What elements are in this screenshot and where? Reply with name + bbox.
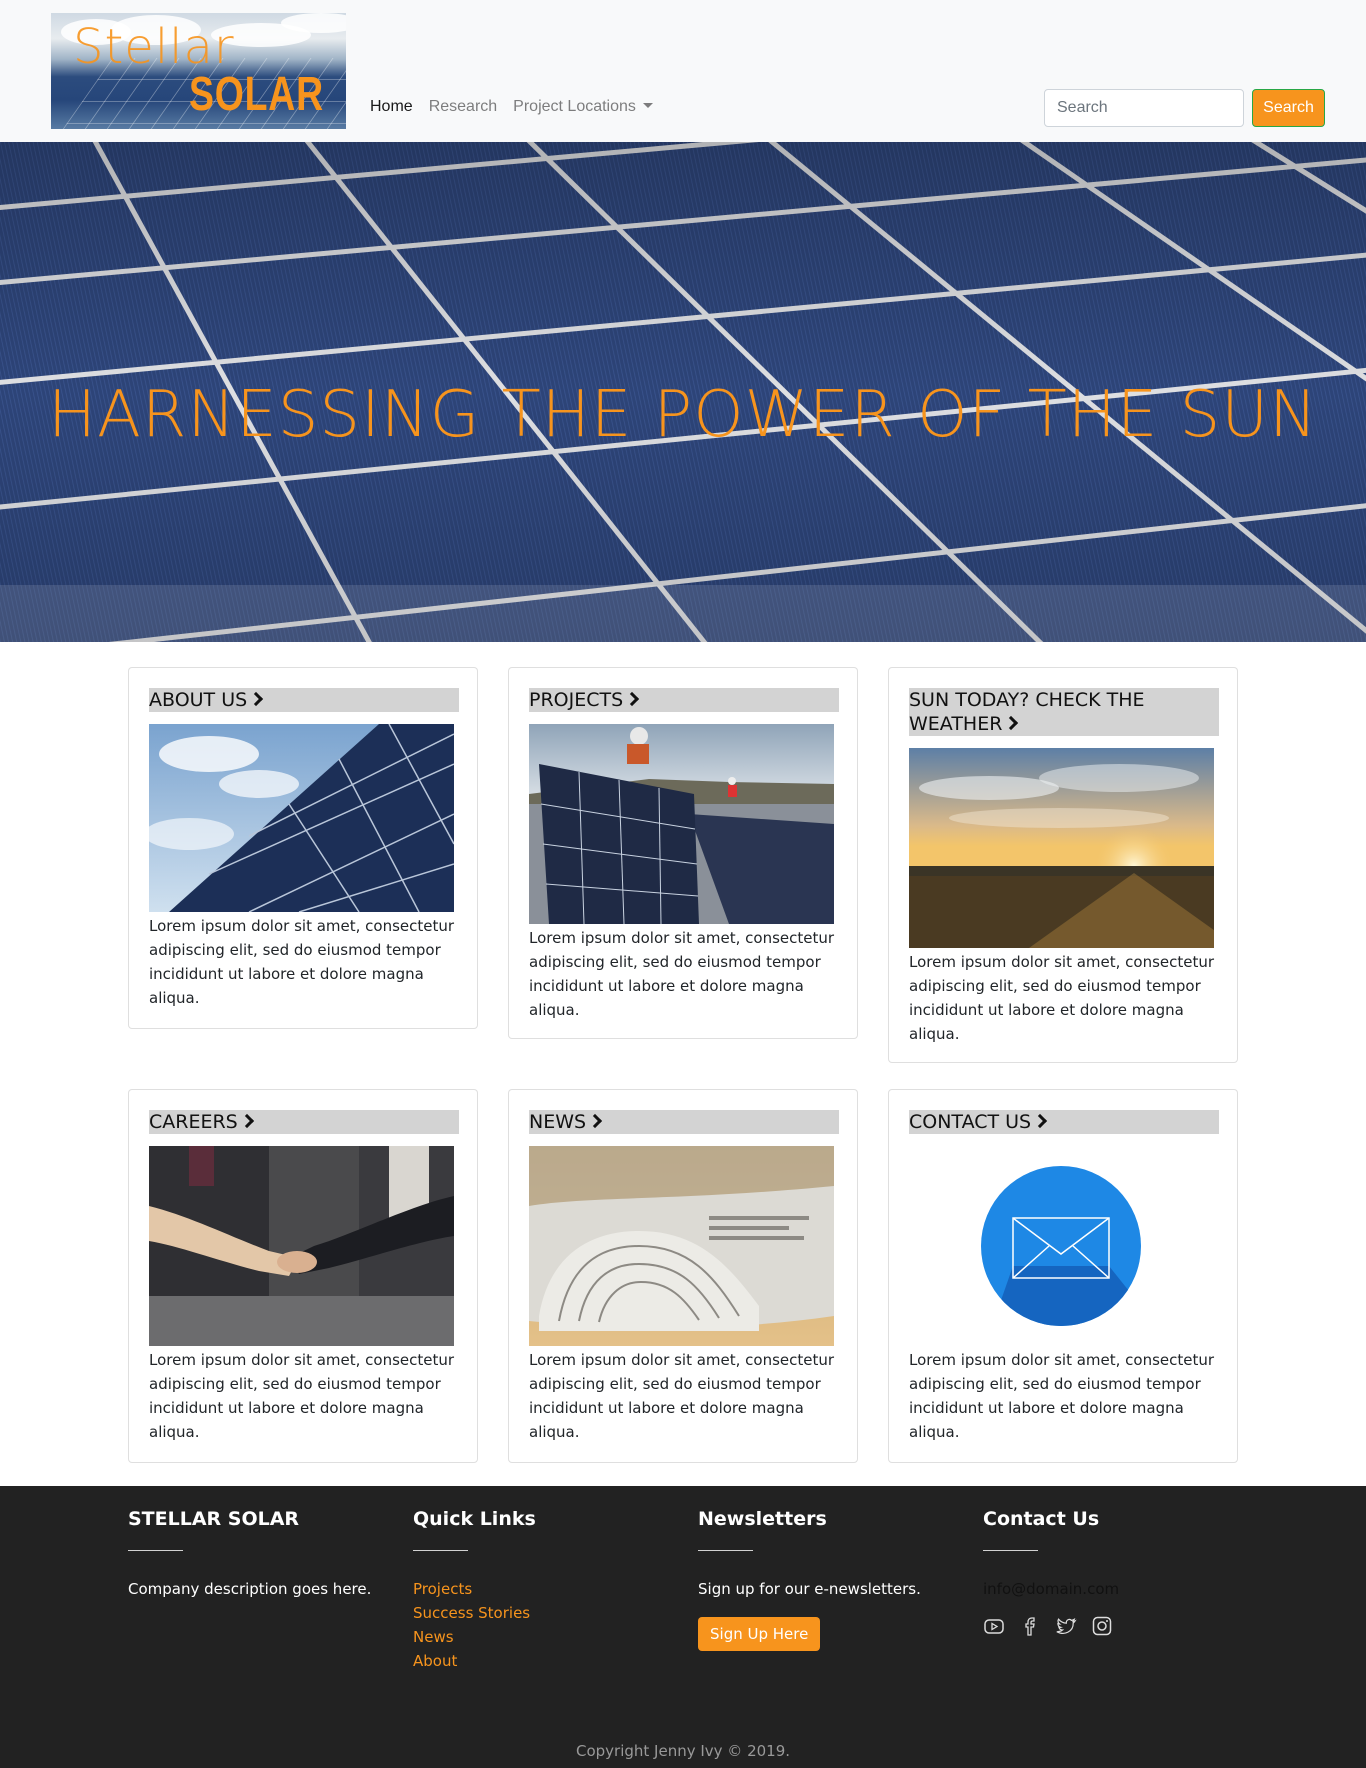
footer-quick-links: Quick Links Projects Success Stories New… <box>413 1508 536 1673</box>
card-about-us: ABOUT US Lorem ipsum dolor sit amet, con… <box>128 667 478 1029</box>
divider <box>983 1550 1038 1551</box>
card-image-handshake[interactable] <box>149 1146 454 1346</box>
twitter-icon[interactable] <box>1055 1615 1077 1637</box>
footer-link-about[interactable]: About <box>413 1649 536 1673</box>
search-input[interactable] <box>1044 89 1244 127</box>
card-title-text: PROJECTS <box>529 689 624 711</box>
card-title-text: NEWS <box>529 1111 587 1133</box>
footer-link-success-stories[interactable]: Success Stories <box>413 1601 536 1625</box>
footer-contact: Contact Us info@domain.com <box>983 1508 1119 1637</box>
card-title-text: CONTACT US <box>909 1111 1032 1133</box>
chevron-right-icon <box>1004 715 1019 731</box>
nav-project-locations-label: Project Locations <box>513 98 636 115</box>
footer-quick-links-heading: Quick Links <box>413 1508 536 1530</box>
contact-email-link[interactable]: info@domain.com <box>983 1577 1119 1601</box>
navbar: Stellar SOLAR Home Research Project Loca… <box>0 0 1366 142</box>
card-text: Lorem ipsum dolor sit amet, consectetur … <box>149 917 455 1007</box>
hero-title: HARNESSING THE POWER OF THE SUN <box>48 378 1318 452</box>
nav-project-locations[interactable]: Project Locations <box>505 98 661 116</box>
facebook-icon[interactable] <box>1019 1615 1041 1637</box>
footer: STELLAR SOLAR Company description goes h… <box>0 1486 1366 1768</box>
chevron-right-icon <box>625 691 640 707</box>
card-projects: PROJECTS Lorem ipsum dolor sit amet, con… <box>508 667 858 1039</box>
footer-company-heading: STELLAR SOLAR <box>128 1508 300 1530</box>
hero-banner: HARNESSING THE POWER OF THE SUN <box>0 142 1366 642</box>
nav-home[interactable]: Home <box>370 98 421 116</box>
divider <box>698 1550 753 1551</box>
footer-newsletters-heading: Newsletters <box>698 1508 827 1530</box>
newsletter-text: Sign up for our e-newsletters. <box>698 1580 921 1598</box>
card-title-text: CAREERS <box>149 1111 238 1133</box>
card-text: Lorem ipsum dolor sit amet, consectetur … <box>909 953 1215 1043</box>
social-icons <box>983 1615 1119 1637</box>
search-button[interactable]: Search <box>1252 89 1325 127</box>
footer-link-projects[interactable]: Projects <box>413 1577 536 1601</box>
card-text: Lorem ipsum dolor sit amet, consectetur … <box>529 929 835 1019</box>
copyright: Copyright Jenny Ivy © 2019. <box>575 1742 791 1760</box>
card-weather: SUN TODAY? CHECK THE WEATHER Lorem ipsum… <box>888 667 1238 1063</box>
footer-newsletters: Newsletters Sign up for our e-newsletter… <box>698 1508 921 1651</box>
card-title[interactable]: NEWS <box>529 1110 839 1134</box>
card-title-text: ABOUT US <box>149 689 248 711</box>
caret-down-icon <box>642 103 653 108</box>
instagram-icon[interactable] <box>1091 1615 1113 1637</box>
card-title[interactable]: CONTACT US <box>909 1110 1219 1134</box>
card-title[interactable]: SUN TODAY? CHECK THE WEATHER <box>909 688 1219 736</box>
chevron-right-icon <box>249 691 264 707</box>
chevron-right-icon <box>239 1113 254 1129</box>
card-title[interactable]: ABOUT US <box>149 688 459 712</box>
chevron-right-icon <box>588 1113 603 1129</box>
company-description: Company description goes here. <box>128 1580 372 1598</box>
card-text: Lorem ipsum dolor sit amet, consectetur … <box>529 1351 835 1441</box>
divider <box>128 1550 183 1551</box>
footer-link-news[interactable]: News <box>413 1625 536 1649</box>
card-text: Lorem ipsum dolor sit amet, consectetur … <box>909 1351 1215 1441</box>
card-news: NEWS Lorem ipsum dolor sit amet, consect… <box>508 1089 858 1463</box>
footer-company: STELLAR SOLAR Company description goes h… <box>128 1508 371 1601</box>
card-title-text: SUN TODAY? CHECK THE WEATHER <box>909 689 1145 735</box>
footer-contact-heading: Contact Us <box>983 1508 1100 1530</box>
logo[interactable]: Stellar SOLAR <box>51 13 346 129</box>
chevron-right-icon <box>1033 1113 1048 1129</box>
card-image-solar-panels[interactable] <box>149 724 454 912</box>
card-contact-us: CONTACT US Lorem ipsum dolor sit amet, c… <box>888 1089 1238 1463</box>
card-image-workers-installing-panels[interactable] <box>529 724 834 924</box>
nav-links: Home Research Project Locations <box>370 98 661 116</box>
card-title[interactable]: CAREERS <box>149 1110 459 1134</box>
card-title[interactable]: PROJECTS <box>529 688 839 712</box>
card-image-newspaper[interactable] <box>529 1146 834 1346</box>
card-text: Lorem ipsum dolor sit amet, consectetur … <box>149 1351 455 1441</box>
nav-research[interactable]: Research <box>421 98 505 116</box>
divider <box>413 1550 468 1551</box>
signup-button[interactable]: Sign Up Here <box>698 1617 821 1651</box>
card-image-sunrise-field[interactable] <box>909 748 1214 948</box>
youtube-icon[interactable] <box>983 1615 1005 1637</box>
card-careers: CAREERS Lorem ipsum dolor sit amet, cons… <box>128 1089 478 1463</box>
envelope-icon[interactable] <box>909 1146 1214 1346</box>
logo-text-solar: SOLAR <box>189 68 324 121</box>
